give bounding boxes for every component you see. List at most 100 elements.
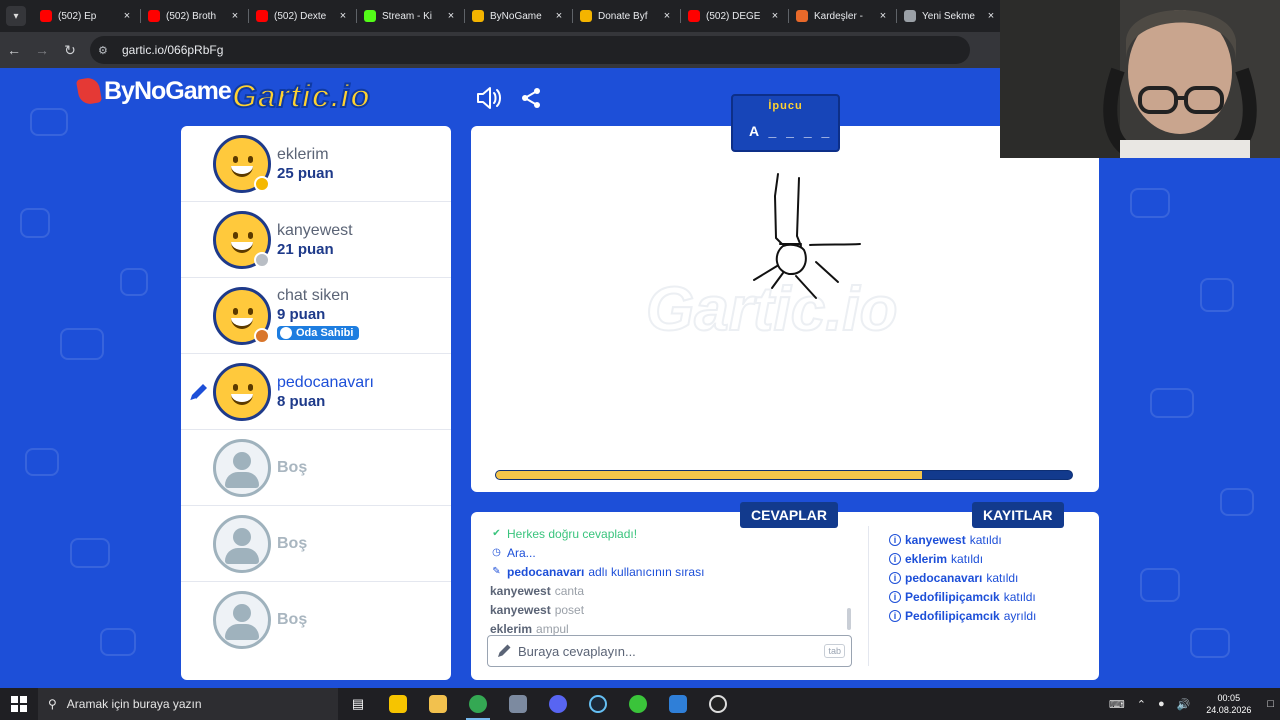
chat-scrollbar[interactable] [847,608,851,630]
log-line: i Pedofilipiçamcık katıldı [889,587,1036,606]
close-tab-icon[interactable]: × [984,10,998,22]
player-list: eklerim 25 puan kanyewest 21 puan chat sik… [181,126,451,680]
answers-log: ✔ Herkes doğru cevapladı! ◷ Ara... ✎ pedocana… [490,524,850,638]
gartic-page: ByNoGame Gartic.io eklerim 25 puan kanyew… [0,68,1280,688]
answer-input-box[interactable]: tab [487,635,852,667]
browser-tab[interactable]: (502) Ep × [32,0,140,32]
player-row[interactable]: eklerim 25 puan [181,126,451,202]
favicon-icon [688,10,700,22]
avatar [213,286,271,345]
close-tab-icon[interactable]: × [228,10,242,22]
chevron-up-icon[interactable]: ⌃ [1131,698,1152,711]
background-doodle [30,108,68,136]
info-icon: i [889,609,901,622]
tab-key-hint: tab [824,644,845,658]
browser-tab[interactable]: (502) DEĞE × [680,0,788,32]
player-score: 25 puan [277,164,334,182]
panel-divider [868,526,869,666]
empty-slot-label: Boş [277,534,308,552]
file-explorer-icon[interactable] [418,688,458,720]
player-row[interactable]: kanyewest 21 puan [181,202,451,278]
browser-tab[interactable]: Yeni Sekme × [896,0,1004,32]
chat-line: kanyewest canta [490,583,585,598]
chrome-icon[interactable] [458,688,498,720]
close-tab-icon[interactable]: × [552,10,566,22]
share-icon[interactable] [517,84,545,112]
sound-toggle-icon[interactable] [475,84,503,112]
taskbar-search-placeholder: Aramak için buraya yazın [66,697,202,711]
editor-app-icon[interactable] [658,688,698,720]
player-row-drawing[interactable]: pedocanavarı 8 puan [181,354,451,430]
close-tab-icon[interactable]: × [876,10,890,22]
empty-slot-label: Boş [277,458,308,476]
site-info-icon[interactable]: ⚙ [98,44,112,57]
close-tab-icon[interactable]: × [336,10,350,22]
favicon-icon [40,10,52,22]
close-tab-icon[interactable]: × [660,10,674,22]
clock[interactable]: 00:05 24.08.2026 [1196,692,1261,716]
bynogame-pen-icon [75,76,103,106]
background-doodle [60,328,104,360]
background-doodle [1150,388,1194,418]
browser-tab[interactable]: Kardeşler - × [788,0,896,32]
task-view-icon[interactable]: ▤ [338,688,378,720]
drawing-strokes [753,173,861,299]
browser-tab[interactable]: (502) Broth × [140,0,248,32]
address-bar[interactable]: ⚙ gartic.io/066pRbFg [90,36,970,64]
round-timer-fill [496,471,923,479]
favicon-icon [904,10,916,22]
volume-icon[interactable]: 🔊 [1171,698,1197,711]
taskbar-search[interactable]: ⚲ Aramak için buraya yazın [38,688,338,720]
rockstar-launcher-icon[interactable] [378,688,418,720]
forward-arrow-icon[interactable]: → [28,42,56,58]
tab-title: ByNoGame [490,10,542,22]
close-tab-icon[interactable]: × [768,10,782,22]
player-row[interactable]: chat siken 9 puan Oda Sahibi [181,278,451,354]
browser-tab[interactable]: (502) Dexte × [248,0,356,32]
log-line: i Pedofilipiçamcık ayrıldı [889,606,1036,625]
back-arrow-icon[interactable]: ← [0,42,28,58]
browser-tab[interactable]: Stream - Ki × [356,0,464,32]
log-line: i pedocanavarı katıldı [889,568,1036,587]
gartic-logo[interactable]: Gartic.io [231,77,371,115]
browser-tab[interactable]: Donate Byf × [572,0,680,32]
system-tray: ⌨ ⌃ ● 🔊 00:05 24.08.2026 □ [1103,688,1280,720]
chat-panel: ✔ Herkes doğru cevapladı! ◷ Ara... ✎ pedocana… [471,512,1099,680]
event-log: i kanyewest katıldı i eklerim katıldı i pedocan… [889,530,1036,625]
tab-title: Yeni Sekme [922,10,975,22]
player-score: 8 puan [277,392,326,410]
windows-start-icon[interactable] [0,688,38,720]
close-tab-icon[interactable]: × [120,10,134,22]
favicon-icon [256,10,268,22]
background-doodle [1200,278,1234,312]
rank-badge [254,327,270,344]
favicon-icon [364,10,376,22]
empty-slot: Boş [181,430,451,506]
steam-icon[interactable] [578,688,618,720]
background-doodle [100,628,136,656]
browser-tab[interactable]: ByNoGame × [464,0,572,32]
app-icon[interactable] [498,688,538,720]
background-doodle [1190,628,1230,658]
keyboard-icon[interactable]: ⌨ [1103,698,1131,711]
tab-search-menu-button[interactable]: ▾ [6,6,26,26]
tab-answers[interactable]: CEVAPLAR [740,502,838,528]
refresh-app-icon[interactable] [618,688,658,720]
empty-slot-label: Boş [277,611,308,628]
avatar [213,210,271,269]
obs-icon[interactable] [698,688,738,720]
drawing-canvas[interactable]: Gartic.io [471,126,1099,492]
discord-icon[interactable] [538,688,578,720]
player-name: chat siken [277,287,350,304]
favicon-icon [580,10,592,22]
answer-input[interactable] [518,643,825,659]
player-score: 9 puan [277,306,326,323]
reload-icon[interactable]: ↻ [56,42,84,59]
tab-logs[interactable]: KAYITLAR [972,502,1064,528]
bynogame-logo[interactable]: ByNoGame [75,76,232,106]
close-tab-icon[interactable]: × [444,10,458,22]
microphone-icon[interactable]: ● [1152,698,1171,710]
notification-icon[interactable]: □ [1261,698,1280,710]
avatar [213,362,271,421]
empty-avatar-icon [213,514,271,573]
